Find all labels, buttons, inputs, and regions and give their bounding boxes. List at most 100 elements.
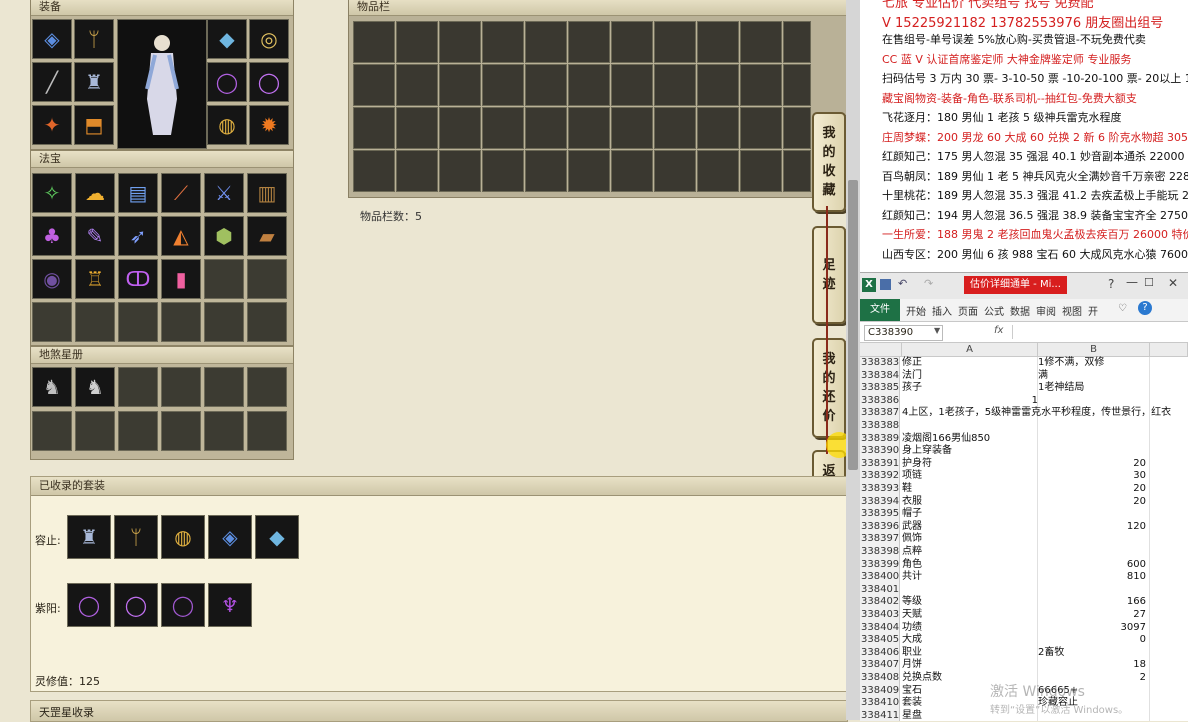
inventory-slot[interactable] [396, 150, 438, 192]
row-number[interactable]: 338392 [860, 470, 900, 483]
footprint-button[interactable]: 足迹 [812, 226, 846, 324]
item-slot-bag-purple[interactable]: ♣ [32, 216, 72, 256]
inventory-slot[interactable] [439, 64, 481, 106]
page-scrollbar-thumb[interactable] [848, 180, 858, 470]
inventory-slot[interactable] [482, 150, 524, 192]
row-number[interactable]: 338393 [860, 483, 900, 496]
inventory-slot[interactable] [783, 64, 811, 106]
inventory-slot[interactable] [439, 107, 481, 149]
cell-b[interactable]: 600 [1038, 559, 1146, 572]
cell-b[interactable]: 27 [1038, 609, 1146, 622]
row-number[interactable]: 338406 [860, 646, 900, 660]
cell-b[interactable]: 810 [1038, 571, 1146, 584]
item-slot-vortex[interactable]: ◉ [32, 259, 72, 299]
cell-a[interactable]: 角色 [902, 559, 922, 572]
empty-slot[interactable] [75, 411, 115, 451]
inventory-slot[interactable] [353, 64, 395, 106]
cell-b[interactable]: 2畜牧 [1038, 647, 1146, 660]
column-header-b[interactable]: B [1038, 343, 1150, 357]
cell-b[interactable]: 1老神结局 [1038, 382, 1146, 395]
empty-slot[interactable] [161, 302, 201, 342]
item-slot-mask-blue[interactable]: ◆ [207, 19, 247, 59]
ribbon-collapse-icon[interactable]: ♡ [1118, 303, 1127, 314]
inventory-slot[interactable] [396, 21, 438, 63]
save-icon[interactable] [880, 279, 891, 290]
inventory-slot[interactable] [654, 150, 696, 192]
row-number[interactable]: 338404 [860, 621, 900, 635]
cell-a[interactable]: 凌烟阁166男仙850 [902, 433, 990, 446]
redo-icon[interactable]: ↷ [924, 277, 933, 290]
item-slot-ring-purple[interactable]: ◯ [207, 62, 247, 102]
inventory-slot[interactable] [353, 150, 395, 192]
item-slot-orb-green[interactable]: ⬢ [204, 216, 244, 256]
empty-slot[interactable] [161, 411, 201, 451]
tab-file[interactable]: 文件 [860, 299, 900, 321]
empty-slot[interactable] [118, 367, 158, 407]
empty-slot[interactable] [204, 302, 244, 342]
item-slot-armor[interactable]: ♜ [74, 62, 114, 102]
corner-cell[interactable] [860, 343, 902, 357]
sheet-row[interactable]: 338388 [860, 420, 1188, 433]
inventory-slot[interactable] [697, 150, 739, 192]
sheet-row[interactable]: 338405 大成 0 [860, 634, 1188, 647]
sheet-row[interactable]: 338397 佩饰 [860, 533, 1188, 546]
item-slot-book[interactable]: ▥ [247, 173, 287, 213]
sheet-row[interactable]: 338401 [860, 583, 1188, 597]
item-slot-spear[interactable]: ➶ [118, 216, 158, 256]
cell-a[interactable]: 佩饰 [902, 533, 922, 546]
inventory-slot[interactable] [439, 150, 481, 192]
item-slot-talisman-orange[interactable]: ◭ [161, 216, 201, 256]
inventory-slot[interactable] [439, 21, 481, 63]
cell-a[interactable]: 法门 [902, 370, 922, 383]
inventory-slot[interactable] [611, 150, 653, 192]
sheet-row[interactable]: 338396 武器 120 [860, 520, 1188, 534]
row-number[interactable]: 338400 [860, 571, 900, 584]
item-slot-staff[interactable]: ⟋ [161, 173, 201, 213]
cell-a[interactable]: 护身符 [902, 458, 932, 471]
cell-a[interactable]: 星盘 [902, 710, 922, 721]
sheet-row[interactable]: 338395 帽子 [860, 508, 1188, 521]
inventory-slot[interactable] [482, 21, 524, 63]
inventory-slot[interactable] [353, 21, 395, 63]
cell-a[interactable]: 兑换点数 [902, 672, 942, 685]
empty-slot[interactable] [118, 411, 158, 451]
sheet-row[interactable]: 338398 点粹 [860, 546, 1188, 559]
name-box[interactable]: C338390 [864, 325, 943, 341]
inventory-slot[interactable] [396, 64, 438, 106]
cell-a[interactable]: 套装 [902, 697, 922, 710]
inventory-slot[interactable] [482, 107, 524, 149]
ribbon-tab[interactable]: 视图 [1062, 303, 1082, 318]
cell-b[interactable]: 1 [902, 395, 1038, 408]
name-box-dropdown-icon[interactable]: ▼ [934, 326, 940, 335]
undo-icon[interactable]: ↶ [898, 277, 907, 290]
inventory-slot[interactable] [697, 64, 739, 106]
empty-slot[interactable] [247, 302, 287, 342]
item-slot-warrior-2[interactable]: ♞ [75, 367, 115, 407]
empty-slot[interactable] [204, 411, 244, 451]
item-slot-armor[interactable]: ♜ [67, 515, 111, 559]
cell-a[interactable]: 项链 [902, 470, 922, 483]
row-number[interactable]: 338402 [860, 596, 900, 609]
inventory-slot[interactable] [740, 64, 782, 106]
maximize-icon[interactable]: ☐ [1144, 276, 1154, 289]
empty-slot[interactable] [204, 259, 244, 299]
inventory-slot[interactable] [525, 107, 567, 149]
sheet-row[interactable]: 338394 衣服 20 [860, 495, 1188, 509]
cell-a[interactable]: 修正 [902, 357, 922, 370]
empty-slot[interactable] [247, 411, 287, 451]
cell-b[interactable]: 3097 [1038, 622, 1146, 635]
cell-a[interactable]: 天赋 [902, 609, 922, 622]
cell-b[interactable]: 1修不满，双修 [1038, 357, 1146, 370]
sheet-row[interactable]: 338407 月饼 18 [860, 659, 1188, 672]
sheet-row[interactable]: 338403 天赋 27 [860, 609, 1188, 622]
empty-slot[interactable] [204, 367, 244, 407]
ribbon-tab[interactable]: 公式 [984, 303, 1004, 318]
empty-slot[interactable] [247, 367, 287, 407]
sheet-row[interactable]: 338392 项链 30 [860, 470, 1188, 483]
ribbon-tab[interactable]: 数据 [1010, 303, 1030, 318]
inventory-slot[interactable] [654, 107, 696, 149]
help-icon[interactable]: ? [1108, 277, 1114, 291]
sheet-row[interactable]: 338406 职业 2畜牧 [860, 646, 1188, 660]
row-number[interactable]: 338410 [860, 697, 900, 710]
item-slot-banner[interactable]: ▰ [247, 216, 287, 256]
